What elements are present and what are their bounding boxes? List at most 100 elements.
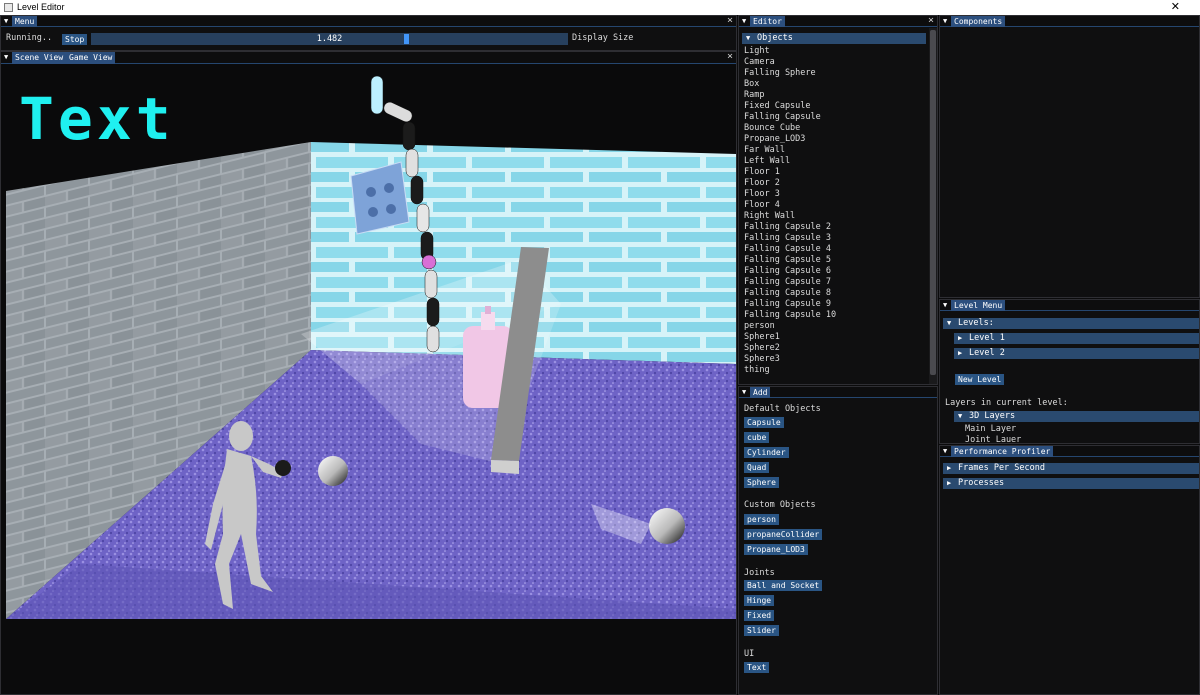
add-slider-button[interactable]: Slider (744, 625, 779, 636)
menu-panel-header: ▼ Menu × (1, 16, 736, 27)
list-item[interactable]: Sphere2 (744, 343, 780, 354)
add-fixed-button[interactable]: Fixed (744, 610, 775, 621)
collapse-triangle-icon[interactable]: ▼ (742, 17, 746, 26)
list-item[interactable]: Sphere3 (744, 354, 780, 365)
list-item[interactable]: Sphere1 (744, 332, 780, 343)
menu-panel: ▼ Menu × Running.. Stop 1.482 Display Si… (0, 15, 737, 51)
list-item[interactable]: Falling Capsule 10 (744, 310, 836, 321)
collapse-triangle-icon[interactable]: ▼ (4, 17, 8, 26)
editor-scrollbar-thumb[interactable] (930, 30, 936, 375)
level-1-label: Level 1 (969, 333, 1005, 343)
level-1-row[interactable]: ▶ Level 1 (954, 333, 1199, 344)
processes-row[interactable]: ▶ Processes (943, 478, 1199, 489)
collapse-triangle-icon: ▼ (746, 34, 751, 42)
collapse-triangle-icon: ▼ (958, 412, 963, 420)
collapse-triangle-icon[interactable]: ▼ (742, 388, 746, 397)
scene-text-overlay: Text (19, 85, 175, 153)
list-item[interactable]: Bounce Cube (744, 123, 800, 134)
levels-header[interactable]: ▼ Levels: (943, 318, 1199, 329)
collapse-triangle-icon[interactable]: ▼ (943, 447, 947, 456)
add-sphere-button[interactable]: Sphere (744, 477, 779, 488)
profiler-tab[interactable]: Performance Profiler (951, 446, 1054, 457)
stop-button[interactable]: Stop (62, 34, 88, 45)
app-icon (4, 3, 13, 12)
level-menu-panel: ▼ Level Menu ▼ Levels: ▶ Level 1 ▶ Level… (939, 299, 1200, 444)
scene-viewport[interactable]: Text (1, 64, 736, 619)
add-propanecollider-button[interactable]: propaneCollider (744, 529, 823, 540)
list-item[interactable]: Propane_LOD3 (744, 134, 805, 145)
collapse-triangle-icon[interactable]: ▼ (4, 53, 8, 62)
add-cylinder-button[interactable]: Cylinder (744, 447, 789, 458)
add-capsule-button[interactable]: Capsule (744, 417, 784, 428)
list-item[interactable]: Falling Capsule 4 (744, 244, 831, 255)
collapse-triangle-icon[interactable]: ▼ (943, 301, 947, 310)
list-item[interactable]: Falling Capsule 5 (744, 255, 831, 266)
list-item[interactable]: Far Wall (744, 145, 785, 156)
level-menu-tab[interactable]: Level Menu (951, 300, 1006, 311)
add-quad-button[interactable]: Quad (744, 462, 770, 473)
add-tab[interactable]: Add (750, 387, 771, 398)
list-item[interactable]: Floor 3 (744, 189, 780, 200)
editor-panel: ▼ Editor × ▼ Objects Light Camera Falling … (738, 15, 938, 385)
list-item[interactable]: Falling Capsule 3 (744, 233, 831, 244)
editor-tab[interactable]: Editor (750, 16, 785, 27)
slider-value: 1.482 (316, 34, 343, 44)
editor-panel-header: ▼ Editor × (739, 16, 937, 27)
editor-close-icon[interactable]: × (928, 16, 934, 26)
object-list: Light Camera Falling Sphere Box Ramp Fixed Ca… (739, 46, 929, 384)
list-item[interactable]: person (744, 321, 775, 332)
list-item[interactable]: Camera (744, 57, 775, 68)
list-item[interactable]: Falling Capsule 7 (744, 277, 831, 288)
scene-close-icon[interactable]: × (727, 52, 733, 62)
list-item[interactable]: Left Wall (744, 156, 790, 167)
list-item[interactable]: Falling Capsule 6 (744, 266, 831, 277)
list-item[interactable]: Floor 1 (744, 167, 780, 178)
list-item[interactable]: Right Wall (744, 211, 795, 222)
3d-layers-row[interactable]: ▼ 3D Layers (954, 411, 1199, 422)
objects-header[interactable]: ▼ Objects (742, 33, 926, 44)
add-person-button[interactable]: person (744, 514, 779, 525)
tab-game-view[interactable]: Game View (66, 52, 116, 64)
objects-header-label: Objects (757, 33, 793, 43)
list-item[interactable]: Falling Capsule 2 (744, 222, 831, 233)
layer-item[interactable]: Main Layer (965, 424, 1016, 435)
level-menu-header: ▼ Level Menu (940, 300, 1199, 311)
new-level-button[interactable]: New Level (955, 374, 1005, 385)
add-cube-button[interactable]: cube (744, 432, 770, 443)
components-tab[interactable]: Components (951, 16, 1006, 27)
profiler-header: ▼ Performance Profiler (940, 446, 1199, 457)
list-item[interactable]: Falling Sphere (744, 68, 816, 79)
level-2-row[interactable]: ▶ Level 2 (954, 348, 1199, 359)
add-text-button[interactable]: Text (744, 662, 770, 673)
list-item[interactable]: Floor 4 (744, 200, 780, 211)
add-ball-and-socket-button[interactable]: Ball and Socket (744, 580, 823, 591)
menu-tab[interactable]: Menu (12, 16, 38, 27)
layers-title: Layers in current level: (945, 398, 1068, 408)
menu-close-icon[interactable]: × (727, 16, 733, 26)
display-size-slider[interactable]: 1.482 (91, 33, 568, 45)
3d-layers-label: 3D Layers (969, 411, 1016, 421)
default-objects-title: Default Objects (744, 404, 821, 414)
custom-objects-title: Custom Objects (744, 500, 816, 510)
collapse-triangle-icon[interactable]: ▼ (943, 17, 947, 26)
fps-row[interactable]: ▶ Frames Per Second (943, 463, 1199, 474)
list-item[interactable]: Falling Capsule 9 (744, 299, 831, 310)
expand-triangle-icon: ▶ (947, 464, 952, 472)
list-item[interactable]: Fixed Capsule (744, 101, 811, 112)
fps-label: Frames Per Second (958, 463, 1045, 473)
level-editor-window: Level Editor ✕ ▼ Menu × Running.. Stop 1… (0, 0, 1200, 695)
list-item[interactable]: Ramp (744, 90, 764, 101)
editor-scrollbar[interactable] (929, 28, 937, 384)
window-close-button[interactable]: ✕ (1171, 0, 1180, 13)
list-item[interactable]: Falling Capsule (744, 112, 821, 123)
list-item[interactable]: Box (744, 79, 759, 90)
tab-scene-view[interactable]: Scene View (12, 52, 67, 64)
list-item[interactable]: Light (744, 46, 770, 57)
add-hinge-button[interactable]: Hinge (744, 595, 775, 606)
add-propane-lod3-button[interactable]: Propane_LOD3 (744, 544, 808, 555)
list-item[interactable]: thing (744, 365, 770, 376)
list-item[interactable]: Falling Capsule 8 (744, 288, 831, 299)
display-size-label: Display Size (572, 33, 634, 43)
layer-item[interactable]: Joint Lauer (965, 435, 1021, 443)
list-item[interactable]: Floor 2 (744, 178, 780, 189)
